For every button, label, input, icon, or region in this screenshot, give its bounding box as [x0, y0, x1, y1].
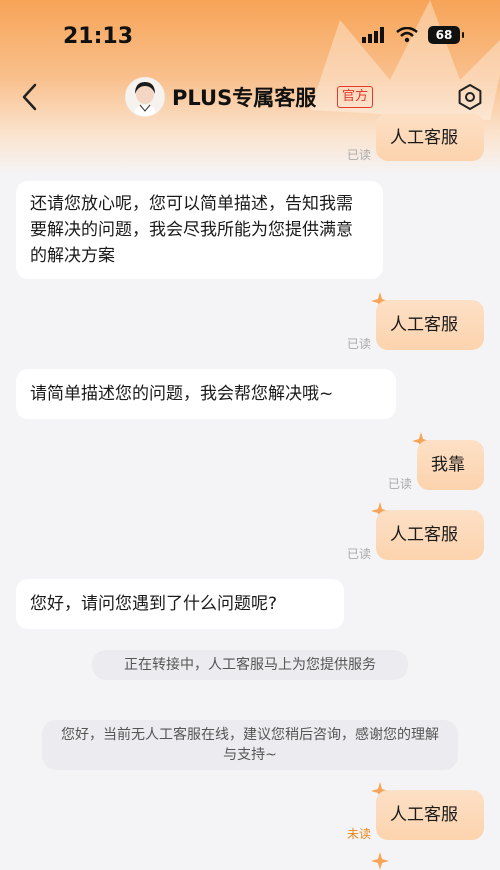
- system-notice-text: 正在转接中，人工客服马上为您提供服务: [124, 657, 376, 673]
- read-status: 已读: [388, 477, 413, 491]
- read-status: 已读: [347, 547, 372, 561]
- outgoing-message[interactable]: 人工客服: [376, 510, 484, 560]
- message-text: 请简单描述您的问题，我会帮您解决哦~: [30, 384, 334, 404]
- message-text: 人工客服: [390, 315, 458, 335]
- outgoing-message[interactable]: 人工客服: [376, 113, 484, 161]
- message-text: 您好，请问您遇到了什么问题呢?: [30, 594, 278, 614]
- outgoing-message[interactable]: 人工客服: [376, 790, 484, 840]
- outgoing-message[interactable]: 人工客服: [376, 300, 484, 350]
- incoming-message[interactable]: 还请您放心呢，您可以简单描述，告知我需要解决的问题，我会尽我所能为您提供满意的解…: [16, 181, 383, 279]
- message-list[interactable]: 人工客服 已读 还请您放心呢，您可以简单描述，告知我需要解决的问题，我会尽我所能…: [0, 0, 500, 870]
- read-status: 已读: [347, 148, 372, 162]
- message-text: 我靠: [431, 455, 465, 475]
- message-text: 人工客服: [390, 525, 458, 545]
- message-text: 还请您放心呢，您可以简单描述，告知我需要解决的问题，我会尽我所能为您提供满意的解…: [30, 194, 353, 266]
- incoming-message[interactable]: 您好，请问您遇到了什么问题呢?: [16, 579, 344, 629]
- system-notice: 正在转接中，人工客服马上为您提供服务: [92, 650, 408, 680]
- incoming-message[interactable]: 请简单描述您的问题，我会帮您解决哦~: [16, 369, 396, 419]
- system-notice: 您好，当前无人工客服在线，建议您稍后咨询，感谢您的理解与支持~: [42, 720, 458, 770]
- unread-status: 未读: [347, 827, 372, 841]
- outgoing-message[interactable]: 我靠: [417, 440, 484, 490]
- message-text: 人工客服: [390, 805, 458, 825]
- read-status: 已读: [347, 337, 372, 351]
- message-text: 人工客服: [390, 128, 458, 148]
- sparkle-icon: [371, 852, 389, 870]
- system-notice-text: 您好，当前无人工客服在线，建议您稍后咨询，感谢您的理解与支持~: [61, 727, 439, 763]
